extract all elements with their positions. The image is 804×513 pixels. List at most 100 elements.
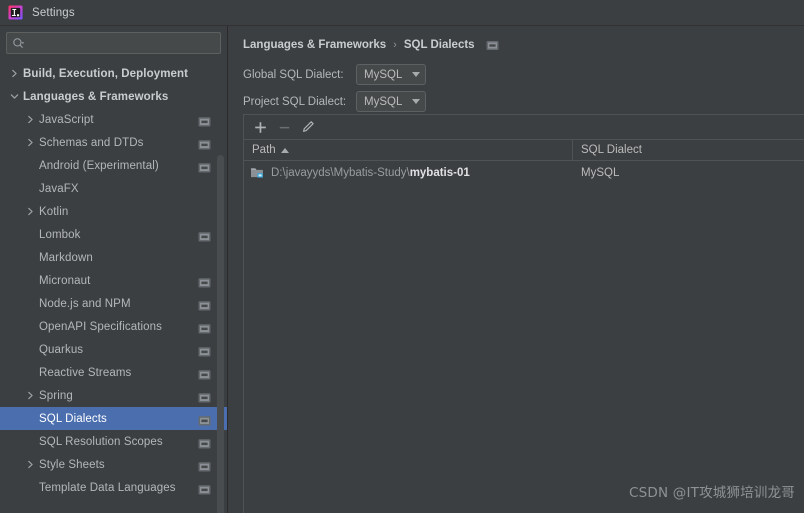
sidebar-item-label: OpenAPI Specifications xyxy=(39,320,163,333)
sidebar-item-label: Style Sheets xyxy=(39,458,105,471)
global-sql-dialect-row: Global SQL Dialect: MySQL xyxy=(243,64,804,85)
chevron-down-icon xyxy=(412,99,420,104)
table-cell-path: D:\javayyds\Mybatis-Study\mybatis-01 xyxy=(244,161,573,184)
sidebar-item-lombok[interactable]: Lombok xyxy=(0,223,227,246)
sidebar-item-label: Build, Execution, Deployment xyxy=(23,67,189,80)
path-text: D:\javayyds\Mybatis-Study\mybatis-01 xyxy=(271,167,470,179)
sidebar-item-build-execution-deployment[interactable]: Build, Execution, Deployment xyxy=(0,62,227,85)
chevron-right-icon[interactable] xyxy=(24,205,37,218)
sidebar-item-spring[interactable]: Spring xyxy=(0,384,227,407)
watermark: CSDN @IT攻城狮培训龙哥 xyxy=(628,485,795,501)
breadcrumb-parent[interactable]: Languages & Frameworks xyxy=(243,39,386,51)
table-toolbar xyxy=(244,115,804,140)
sidebar-item-template-data-languages[interactable]: Template Data Languages xyxy=(0,476,227,499)
project-scope-icon xyxy=(198,482,211,494)
sidebar-item-label: JavaFX xyxy=(39,182,79,195)
project-scope-icon xyxy=(198,344,211,356)
column-header-path[interactable]: Path xyxy=(244,140,573,160)
sidebar-item-quarkus[interactable]: Quarkus xyxy=(0,338,227,361)
chevron-right-icon[interactable] xyxy=(8,67,21,80)
sidebar-item-micronaut[interactable]: Micronaut xyxy=(0,269,227,292)
sidebar-item-kotlin[interactable]: Kotlin xyxy=(0,200,227,223)
search-box[interactable] xyxy=(6,32,221,54)
project-scope-icon xyxy=(198,114,211,126)
sidebar-item-style-sheets[interactable]: Style Sheets xyxy=(0,453,227,476)
global-sql-dialect-value: MySQL xyxy=(364,68,403,81)
sidebar-item-openapi-specifications[interactable]: OpenAPI Specifications xyxy=(0,315,227,338)
sidebar-item-label: Quarkus xyxy=(39,343,84,356)
sidebar-item-markdown[interactable]: Markdown xyxy=(0,246,227,269)
project-scope-icon xyxy=(198,275,211,287)
project-sql-dialect-value: MySQL xyxy=(364,95,403,108)
project-scope-icon xyxy=(198,321,211,333)
project-scope-icon xyxy=(198,436,211,448)
sidebar-item-label: SQL Resolution Scopes xyxy=(39,435,163,448)
chevron-right-icon[interactable] xyxy=(24,113,37,126)
global-sql-dialect-select[interactable]: MySQL xyxy=(356,64,426,85)
plus-icon xyxy=(254,121,266,133)
sidebar-item-label: Micronaut xyxy=(39,274,91,287)
sidebar-item-label: JavaScript xyxy=(39,113,94,126)
sidebar-item-sql-resolution-scopes[interactable]: SQL Resolution Scopes xyxy=(0,430,227,453)
column-header-dialect[interactable]: SQL Dialect xyxy=(573,140,804,160)
search-input[interactable] xyxy=(25,37,215,49)
project-sql-dialect-label: Project SQL Dialect: xyxy=(243,95,347,108)
sidebar-item-label: Spring xyxy=(39,389,73,402)
chevron-right-icon[interactable] xyxy=(24,389,37,402)
minus-icon xyxy=(279,126,289,128)
settings-sidebar: Build, Execution, Deployment Languages & … xyxy=(0,26,228,513)
sidebar-item-javafx[interactable]: JavaFX xyxy=(0,177,227,200)
sidebar-item-label: Reactive Streams xyxy=(39,366,132,379)
sidebar-item-label: Schemas and DTDs xyxy=(39,136,144,149)
path-name: mybatis-01 xyxy=(409,166,470,179)
table-row[interactable]: D:\javayyds\Mybatis-Study\mybatis-01 MyS… xyxy=(244,161,804,184)
project-scope-icon xyxy=(198,413,211,425)
sidebar-item-label: Lombok xyxy=(39,228,81,241)
chevron-right-icon[interactable] xyxy=(24,458,37,471)
breadcrumb: Languages & Frameworks › SQL Dialects xyxy=(243,34,804,56)
sidebar-scrollbar[interactable] xyxy=(217,155,224,513)
sidebar-item-reactive-streams[interactable]: Reactive Streams xyxy=(0,361,227,384)
module-folder-icon xyxy=(251,167,263,178)
sidebar-item-schemas-and-dtds[interactable]: Schemas and DTDs xyxy=(0,131,227,154)
sidebar-item-javascript[interactable]: JavaScript xyxy=(0,108,227,131)
breadcrumb-separator: › xyxy=(393,39,397,51)
remove-button[interactable] xyxy=(274,117,294,137)
settings-content-panel: Languages & Frameworks › SQL Dialects Gl… xyxy=(229,26,804,513)
project-scope-icon xyxy=(198,137,211,149)
project-sql-dialect-select[interactable]: MySQL xyxy=(356,91,426,112)
table-cell-dialect: MySQL xyxy=(581,166,620,179)
settings-dialog: Settings Build, Execution, Deployment Lan… xyxy=(0,0,804,513)
sidebar-item-node-js-and-npm[interactable]: Node.js and NPM xyxy=(0,292,227,315)
table-header-row: Path SQL Dialect xyxy=(244,140,804,161)
sidebar-item-sql-dialects[interactable]: SQL Dialects xyxy=(0,407,227,430)
project-scope-icon xyxy=(198,390,211,402)
sidebar-item-label: Template Data Languages xyxy=(39,481,176,494)
sidebar-item-android-experimental[interactable]: Android (Experimental) xyxy=(0,154,227,177)
chevron-down-icon xyxy=(412,72,420,77)
edit-button[interactable] xyxy=(298,117,318,137)
sidebar-item-label: Languages & Frameworks xyxy=(23,90,169,103)
pencil-icon xyxy=(303,121,314,132)
sidebar-item-languages-frameworks[interactable]: Languages & Frameworks xyxy=(0,85,227,108)
sidebar-item-label: Android (Experimental) xyxy=(39,159,159,172)
project-scope-icon xyxy=(198,367,211,379)
chevron-down-icon[interactable] xyxy=(8,90,21,103)
add-button[interactable] xyxy=(250,117,270,137)
column-header-dialect-label: SQL Dialect xyxy=(581,144,642,156)
chevron-right-icon[interactable] xyxy=(24,136,37,149)
intellij-idea-logo-icon xyxy=(8,5,23,20)
search-icon xyxy=(13,37,25,48)
column-header-path-label: Path xyxy=(252,144,276,156)
